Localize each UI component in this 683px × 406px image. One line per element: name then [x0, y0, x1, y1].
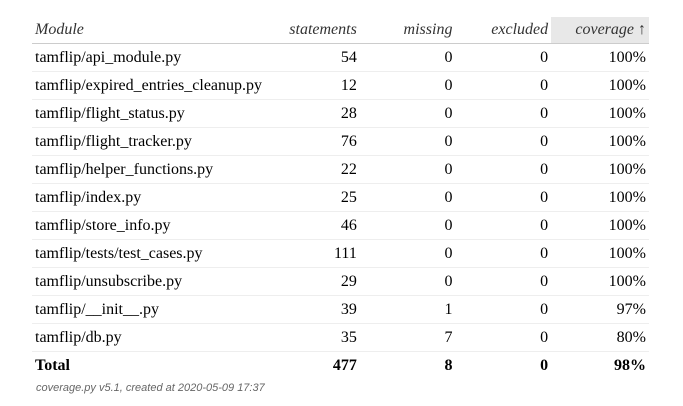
module-cell: tamflip/index.py — [32, 183, 266, 212]
coverage-cell: 100% — [551, 71, 649, 100]
column-header-statements[interactable]: statements — [265, 17, 360, 44]
module-cell: tamflip/db.py — [32, 323, 266, 352]
statements-cell: 46 — [265, 211, 360, 240]
excluded-cell: 0 — [455, 183, 552, 212]
excluded-cell: 0 — [455, 127, 552, 156]
table-row: tamflip/unsubscribe.py 29 0 0 100% — [32, 267, 649, 296]
coverage-cell: 100% — [551, 127, 649, 156]
missing-cell: 1 — [359, 295, 456, 324]
statements-cell: 111 — [265, 239, 360, 268]
statements-cell: 35 — [265, 323, 360, 352]
module-file-link[interactable]: tamflip/unsubscribe.py — [35, 273, 182, 290]
total-row: Total 477 8 0 98% — [32, 351, 649, 379]
module-file-link[interactable]: tamflip/expired_entries_cleanup.py — [35, 77, 262, 94]
statements-cell: 76 — [265, 127, 360, 156]
missing-cell: 0 — [359, 127, 456, 156]
module-file-link[interactable]: tamflip/tests/test_cases.py — [35, 245, 203, 262]
table-row: tamflip/store_info.py 46 0 0 100% — [32, 211, 649, 240]
module-cell: tamflip/flight_tracker.py — [32, 127, 266, 156]
table-row: tamflip/flight_status.py 28 0 0 100% — [32, 99, 649, 128]
coverage-tool-link[interactable]: coverage.py v5.1 — [36, 382, 120, 394]
table-row: tamflip/api_module.py 54 0 0 100% — [32, 43, 649, 72]
table-row: tamflip/db.py 35 7 0 80% — [32, 323, 649, 352]
module-cell: tamflip/helper_functions.py — [32, 155, 266, 184]
header-row: Module statements missing excluded cover… — [32, 17, 649, 44]
coverage-cell: 100% — [551, 155, 649, 184]
module-cell: tamflip/__init__.py — [32, 295, 266, 324]
column-header-missing[interactable]: missing — [359, 17, 456, 44]
statements-cell: 54 — [265, 43, 360, 72]
table-row: tamflip/flight_tracker.py 76 0 0 100% — [32, 127, 649, 156]
statements-cell: 29 — [265, 267, 360, 296]
module-file-link[interactable]: tamflip/__init__.py — [35, 301, 159, 318]
excluded-cell: 0 — [455, 155, 552, 184]
missing-cell: 0 — [359, 43, 456, 72]
column-header-excluded[interactable]: excluded — [455, 17, 552, 44]
coverage-cell: 100% — [551, 239, 649, 268]
excluded-cell: 0 — [455, 211, 552, 240]
excluded-cell: 0 — [455, 43, 552, 72]
missing-cell: 0 — [359, 211, 456, 240]
coverage-cell: 100% — [551, 43, 649, 72]
excluded-cell: 0 — [455, 267, 552, 296]
module-cell: tamflip/store_info.py — [32, 211, 266, 240]
module-cell: tamflip/unsubscribe.py — [32, 267, 266, 296]
total-statements: 477 — [265, 351, 360, 379]
missing-cell: 0 — [359, 183, 456, 212]
excluded-cell: 0 — [455, 323, 552, 352]
table-header: Module statements missing excluded cover… — [32, 17, 649, 44]
coverage-report-table: Module statements missing excluded cover… — [32, 17, 649, 379]
missing-cell: 0 — [359, 155, 456, 184]
module-file-link[interactable]: tamflip/api_module.py — [35, 49, 181, 66]
coverage-cell: 100% — [551, 183, 649, 212]
module-file-link[interactable]: tamflip/helper_functions.py — [35, 161, 213, 178]
missing-cell: 0 — [359, 267, 456, 296]
statements-cell: 25 — [265, 183, 360, 212]
table-row: tamflip/helper_functions.py 22 0 0 100% — [32, 155, 649, 184]
table-row: tamflip/__init__.py 39 1 0 97% — [32, 295, 649, 324]
report-footer: coverage.py v5.1, created at 2020-05-09 … — [36, 382, 265, 394]
coverage-cell: 100% — [551, 211, 649, 240]
excluded-cell: 0 — [455, 71, 552, 100]
total-excluded: 0 — [455, 351, 552, 379]
module-file-link[interactable]: tamflip/db.py — [35, 329, 122, 346]
table-row: tamflip/expired_entries_cleanup.py 12 0 0 10… — [32, 71, 649, 100]
missing-cell: 0 — [359, 71, 456, 100]
coverage-cell: 97% — [551, 295, 649, 324]
missing-cell: 7 — [359, 323, 456, 352]
module-file-link[interactable]: tamflip/index.py — [35, 189, 141, 206]
table-row: tamflip/index.py 25 0 0 100% — [32, 183, 649, 212]
table-footer: Total 477 8 0 98% — [32, 351, 649, 379]
module-cell: tamflip/api_module.py — [32, 43, 266, 72]
column-header-module[interactable]: Module — [32, 17, 266, 44]
table-body: tamflip/api_module.py 54 0 0 100% tamflip/exp… — [32, 43, 649, 352]
missing-cell: 0 — [359, 239, 456, 268]
excluded-cell: 0 — [455, 239, 552, 268]
total-label: Total — [32, 351, 266, 379]
coverage-cell: 100% — [551, 99, 649, 128]
module-file-link[interactable]: tamflip/flight_tracker.py — [35, 133, 192, 150]
total-coverage: 98% — [551, 351, 649, 379]
module-cell: tamflip/expired_entries_cleanup.py — [32, 71, 266, 100]
table-row: tamflip/tests/test_cases.py 111 0 0 100% — [32, 239, 649, 268]
module-file-link[interactable]: tamflip/store_info.py — [35, 217, 171, 234]
created-timestamp: , created at 2020-05-09 17:37 — [119, 382, 265, 394]
excluded-cell: 0 — [455, 99, 552, 128]
excluded-cell: 0 — [455, 295, 552, 324]
module-file-link[interactable]: tamflip/flight_status.py — [35, 105, 185, 122]
column-header-coverage-sorted[interactable]: coverage ↑ — [551, 17, 649, 44]
statements-cell: 22 — [265, 155, 360, 184]
module-cell: tamflip/tests/test_cases.py — [32, 239, 266, 268]
coverage-cell: 80% — [551, 323, 649, 352]
statements-cell: 28 — [265, 99, 360, 128]
statements-cell: 12 — [265, 71, 360, 100]
module-cell: tamflip/flight_status.py — [32, 99, 266, 128]
coverage-cell: 100% — [551, 267, 649, 296]
missing-cell: 0 — [359, 99, 456, 128]
statements-cell: 39 — [265, 295, 360, 324]
total-missing: 8 — [359, 351, 456, 379]
